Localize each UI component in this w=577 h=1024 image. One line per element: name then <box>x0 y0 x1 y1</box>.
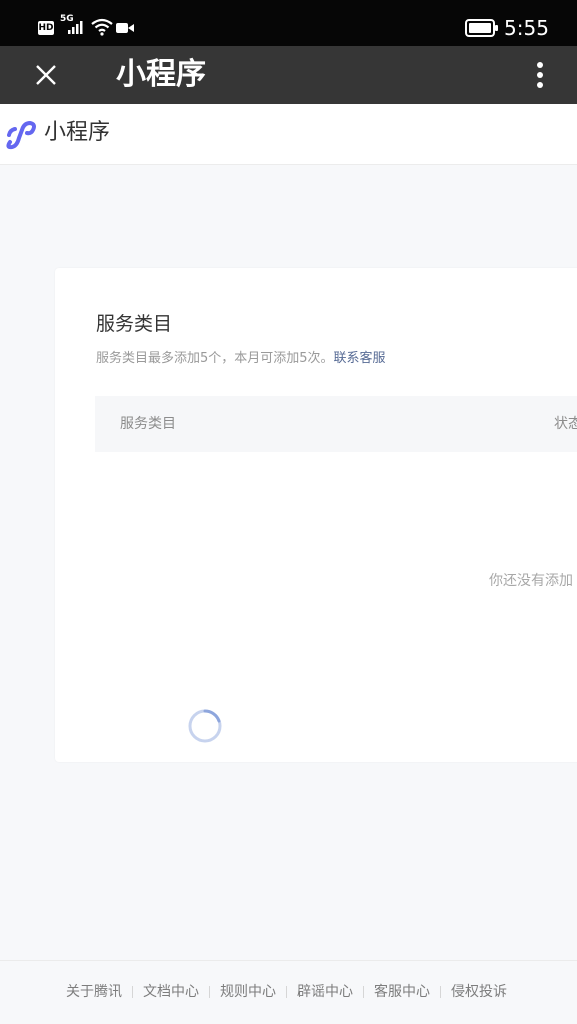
footer-link-rumor[interactable]: 辟谣中心 <box>297 983 353 1001</box>
hd-badge: HD <box>38 21 54 35</box>
video-camera-icon <box>116 23 134 33</box>
contact-support-link[interactable]: 联系客服 <box>334 351 386 366</box>
column-header-status: 状态 <box>554 416 577 432</box>
signal-icon <box>68 21 83 34</box>
loading-spinner-icon <box>188 709 222 743</box>
footer-divider <box>209 986 210 998</box>
footer-link-about[interactable]: 关于腾讯 <box>66 983 122 1001</box>
close-icon[interactable] <box>33 62 59 88</box>
page-header-title: 小程序 <box>44 120 111 145</box>
empty-state-text: 你还没有添加 <box>489 573 573 589</box>
page-header: 小程序 <box>0 104 577 165</box>
footer-link-infringement[interactable]: 侵权投诉 <box>451 983 507 1001</box>
window-title: 小程序 <box>116 57 206 92</box>
card-description: 服务类目最多添加5个，本月可添加5次。联系客服 <box>96 350 386 368</box>
card-title: 服务类目 <box>96 313 173 335</box>
more-vertical-icon[interactable] <box>532 60 548 90</box>
table-header: 服务类目 状态 <box>95 396 577 452</box>
wifi-icon <box>91 18 113 36</box>
column-header-category: 服务类目 <box>120 416 176 432</box>
description-text: 服务类目最多添加5个，本月可添加5次。 <box>96 351 334 366</box>
footer-link-support[interactable]: 客服中心 <box>374 983 430 1001</box>
footer-links: 关于腾讯 文档中心 规则中心 辟谣中心 客服中心 侵权投诉 <box>66 983 507 1001</box>
footer: 关于腾讯 文档中心 规则中心 辟谣中心 客服中心 侵权投诉 <box>0 960 577 1024</box>
footer-divider <box>440 986 441 998</box>
miniprogram-logo-icon[interactable] <box>4 120 38 150</box>
footer-link-docs[interactable]: 文档中心 <box>143 983 199 1001</box>
footer-divider <box>286 986 287 998</box>
battery-icon <box>465 19 498 37</box>
clock: 5:55 <box>504 16 549 40</box>
service-category-card: 服务类目 服务类目最多添加5个，本月可添加5次。联系客服 服务类目 状态 你还没… <box>55 268 577 762</box>
app-screen: HD 5G 5:55 小程序 小程序 服务类目 服务类目最多添加5个，本月可添加… <box>0 0 577 1024</box>
status-bar: HD 5G 5:55 <box>0 0 577 46</box>
footer-divider <box>132 986 133 998</box>
title-bar: 小程序 <box>0 46 577 104</box>
footer-divider <box>363 986 364 998</box>
footer-link-rules[interactable]: 规则中心 <box>220 983 276 1001</box>
